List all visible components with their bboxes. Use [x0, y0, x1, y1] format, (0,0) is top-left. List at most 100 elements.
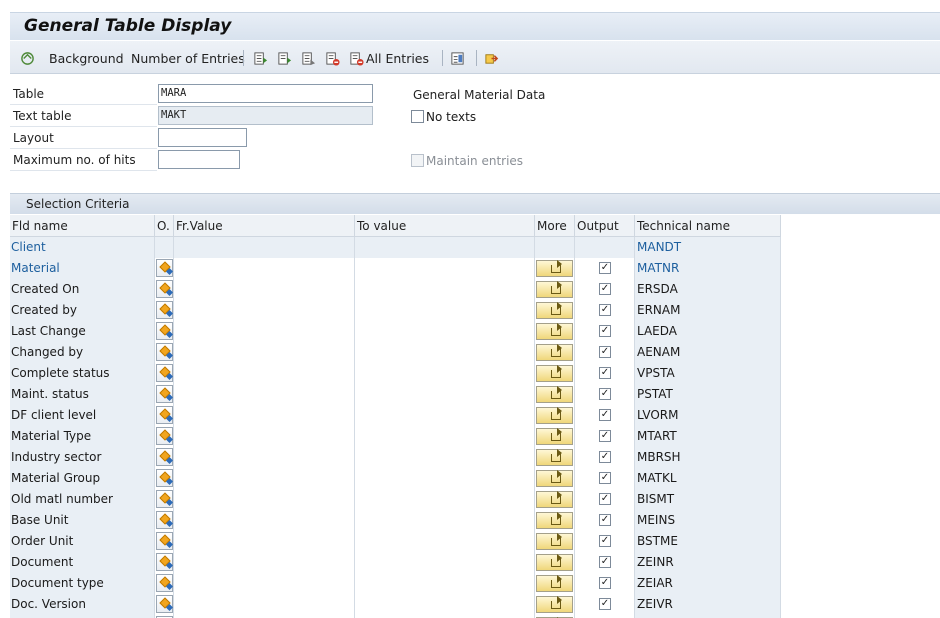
output-checkbox[interactable]: ✓ — [599, 577, 611, 589]
multiple-selection-button[interactable] — [536, 428, 573, 445]
from-value-input[interactable] — [174, 552, 355, 573]
selection-option-button[interactable] — [156, 280, 173, 298]
multiple-selection-button[interactable] — [536, 470, 573, 487]
select-block-button[interactable] — [301, 48, 316, 68]
selection-option-button[interactable] — [156, 595, 173, 613]
layout-input[interactable] — [158, 128, 247, 147]
output-checkbox[interactable]: ✓ — [599, 346, 611, 358]
no-texts-checkbox[interactable] — [411, 110, 424, 123]
multiple-selection-button[interactable] — [536, 596, 573, 613]
multiple-selection-button[interactable] — [536, 344, 573, 361]
column-fld-name[interactable]: Fld name — [10, 215, 155, 237]
selection-option-button[interactable] — [156, 322, 173, 340]
to-value-input[interactable] — [355, 531, 535, 552]
multiple-selection-button[interactable] — [536, 302, 573, 319]
output-checkbox[interactable]: ✓ — [599, 493, 611, 505]
output-checkbox[interactable]: ✓ — [599, 451, 611, 463]
to-value-input[interactable] — [355, 426, 535, 447]
selection-option-button[interactable] — [156, 553, 173, 571]
output-checkbox[interactable]: ✓ — [599, 598, 611, 610]
deselect-all-button[interactable] — [277, 48, 292, 68]
multiple-selection-button[interactable] — [536, 554, 573, 571]
column-from-value[interactable]: Fr.Value — [174, 215, 355, 237]
to-value-input[interactable] — [355, 300, 535, 321]
to-value-input[interactable] — [355, 363, 535, 384]
from-value-input[interactable] — [174, 426, 355, 447]
to-value-input[interactable] — [355, 573, 535, 594]
to-value-input[interactable] — [355, 279, 535, 300]
selection-option-button[interactable] — [156, 490, 173, 508]
selection-option-button[interactable] — [156, 406, 173, 424]
selection-option-button[interactable] — [156, 385, 173, 403]
column-option[interactable]: O. — [155, 215, 174, 237]
to-value-input[interactable] — [355, 405, 535, 426]
from-value-input[interactable] — [174, 468, 355, 489]
multiple-selection-button[interactable] — [536, 386, 573, 403]
to-value-input[interactable] — [355, 594, 535, 615]
number-of-entries-button[interactable]: Number of Entries — [131, 48, 245, 68]
export-button[interactable] — [484, 48, 499, 68]
delete-selection-button[interactable] — [325, 48, 340, 68]
output-checkbox[interactable]: ✓ — [599, 409, 611, 421]
multiple-selection-button[interactable] — [536, 407, 573, 424]
from-value-input[interactable] — [174, 342, 355, 363]
output-checkbox[interactable]: ✓ — [599, 388, 611, 400]
selection-option-button[interactable] — [156, 427, 173, 445]
to-value-input[interactable] — [355, 447, 535, 468]
from-value-input[interactable] — [174, 363, 355, 384]
multiple-selection-button[interactable] — [536, 323, 573, 340]
selection-option-button[interactable] — [156, 448, 173, 466]
selection-option-button[interactable] — [156, 532, 173, 550]
from-value-input[interactable] — [174, 258, 355, 279]
background-button[interactable]: Background — [20, 48, 124, 68]
multiple-selection-button[interactable] — [536, 491, 573, 508]
from-value-input[interactable] — [174, 321, 355, 342]
output-checkbox[interactable]: ✓ — [599, 367, 611, 379]
multiple-selection-button[interactable] — [536, 512, 573, 529]
from-value-input[interactable] — [174, 573, 355, 594]
output-checkbox[interactable]: ✓ — [599, 535, 611, 547]
to-value-input[interactable] — [355, 468, 535, 489]
multiple-selection-button[interactable] — [536, 260, 573, 277]
selection-option-button[interactable] — [156, 301, 173, 319]
from-value-input[interactable] — [174, 594, 355, 615]
multiple-selection-button[interactable] — [536, 449, 573, 466]
column-to-value[interactable]: To value — [355, 215, 535, 237]
to-value-input[interactable] — [355, 552, 535, 573]
from-value-input[interactable] — [174, 510, 355, 531]
output-checkbox[interactable]: ✓ — [599, 283, 611, 295]
from-value-input[interactable] — [174, 300, 355, 321]
multiple-selection-button[interactable] — [536, 281, 573, 298]
from-value-input[interactable] — [174, 489, 355, 510]
to-value-input[interactable] — [355, 384, 535, 405]
to-value-input[interactable] — [355, 321, 535, 342]
column-technical-name[interactable]: Technical name — [635, 215, 781, 237]
selection-option-button[interactable] — [156, 259, 173, 277]
table-input[interactable]: MARA — [158, 84, 373, 103]
selection-option-button[interactable] — [156, 343, 173, 361]
output-checkbox[interactable]: ✓ — [599, 556, 611, 568]
from-value-input[interactable] — [174, 531, 355, 552]
from-value-input[interactable] — [174, 405, 355, 426]
selection-option-button[interactable] — [156, 511, 173, 529]
output-checkbox[interactable]: ✓ — [599, 514, 611, 526]
from-value-input[interactable] — [174, 447, 355, 468]
output-checkbox[interactable]: ✓ — [599, 262, 611, 274]
to-value-input[interactable] — [355, 510, 535, 531]
from-value-input[interactable] — [174, 384, 355, 405]
select-all-button[interactable] — [253, 48, 268, 68]
selection-option-button[interactable] — [156, 364, 173, 382]
to-value-input[interactable] — [355, 489, 535, 510]
output-checkbox[interactable]: ✓ — [599, 304, 611, 316]
to-value-input[interactable] — [355, 342, 535, 363]
column-output[interactable]: Output — [575, 215, 635, 237]
output-checkbox[interactable]: ✓ — [599, 325, 611, 337]
max-hits-input[interactable] — [158, 150, 240, 169]
multiple-selection-button[interactable] — [536, 575, 573, 592]
to-value-input[interactable] — [355, 258, 535, 279]
output-checkbox[interactable]: ✓ — [599, 472, 611, 484]
multiple-selection-button[interactable] — [536, 365, 573, 382]
from-value-input[interactable] — [174, 279, 355, 300]
multiple-selection-button[interactable] — [536, 533, 573, 550]
selection-option-button[interactable] — [156, 469, 173, 487]
